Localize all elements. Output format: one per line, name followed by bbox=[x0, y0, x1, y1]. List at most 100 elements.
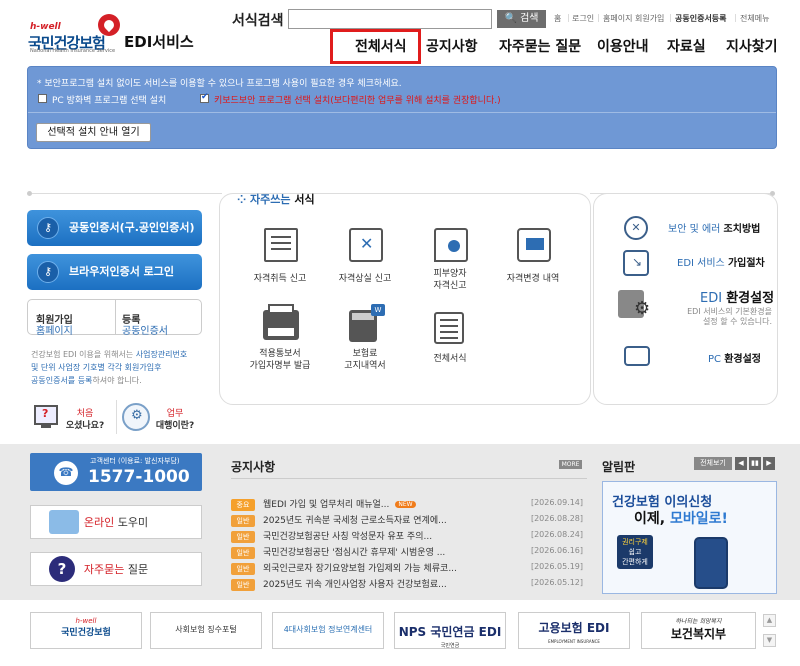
edi-join-link[interactable]: EDI 서비스 가입절차 bbox=[677, 254, 765, 269]
form-all-label[interactable]: 전체서식 bbox=[405, 353, 495, 365]
faq-button[interactable]: ? 자주묻는 질문 bbox=[30, 552, 202, 586]
key-icon: ⚷ bbox=[37, 217, 59, 239]
search-button[interactable]: 🔍 검색 bbox=[497, 10, 546, 28]
dependent-person-icon[interactable] bbox=[434, 228, 468, 262]
footer-employment-edi-logo[interactable]: 고용보험 EDI EMPLOYMENT INSURANCE bbox=[518, 612, 630, 649]
cert-register-link[interactable]: 공동인증서 등록 bbox=[122, 311, 168, 337]
phone-icon: ☎ bbox=[54, 461, 78, 485]
help-divider bbox=[116, 400, 117, 434]
search-input[interactable] bbox=[288, 9, 492, 29]
info-text-2: 사업장관리번호 bbox=[135, 350, 188, 359]
notice-row[interactable]: 일반 외국인근로자 장기요양보험 가입제외 가능 체류코... [2026.05.1… bbox=[231, 561, 587, 575]
monitor-arrow-icon[interactable]: ↘ bbox=[623, 250, 649, 276]
customer-center-label: 고객센터 (이용료: 발신자부담) bbox=[90, 457, 180, 465]
form-notice-label[interactable]: 적용통보서 가입자명부 발급 bbox=[235, 348, 325, 372]
prev-icon[interactable]: ◀ bbox=[735, 457, 747, 470]
footer-nps-edi-logo[interactable]: NPS 국민연금 EDI 국민연금 bbox=[394, 612, 506, 649]
gear-clock-icon[interactable]: ⚙ bbox=[122, 403, 150, 431]
nav-library[interactable]: 자료실 bbox=[667, 36, 706, 56]
notice-row-title: 외국인근로자 장기요양보험 가입제외 가능 체류코... bbox=[263, 564, 457, 574]
homepage-join-link[interactable]: 홈페이지 회원가입 bbox=[36, 311, 73, 337]
form-change-label[interactable]: 자격변경 내역 bbox=[488, 273, 578, 285]
footer-social-insurance-logo[interactable]: 사회보험 징수포털 bbox=[150, 612, 262, 649]
firewall-option-label: PC 방화벽 프로그램 선택 설치 bbox=[52, 96, 167, 106]
monitor-question-icon[interactable]: ? bbox=[34, 405, 58, 425]
util-cert-register[interactable]: 공동인증서등록 bbox=[675, 13, 727, 24]
chat-document-icon[interactable] bbox=[517, 228, 551, 262]
customer-center-box: ☎ 고객센터 (이용료: 발신자부담) 1577-1000 bbox=[30, 453, 202, 491]
security-error-link[interactable]: 보안 및 에러 조치방법 bbox=[668, 220, 760, 235]
keyboard-security-label: 키보드보안 프로그램 선택 설치(보다편리한 업무를 위해 설치를 권장합니다.… bbox=[214, 96, 501, 106]
sticker-a: 권리구제 bbox=[622, 538, 648, 546]
footer-nhis-logo[interactable]: h-well 국민건강보험 bbox=[30, 612, 142, 649]
form-loss-label[interactable]: 자격상실 신고 bbox=[320, 273, 410, 285]
util-all-menu[interactable]: 전체메뉴 bbox=[740, 13, 769, 24]
form-dependent-label[interactable]: 피부양자 자격신고 bbox=[405, 268, 495, 292]
edi-settings-link[interactable]: EDI 환경설정 bbox=[700, 287, 774, 306]
util-login[interactable]: 로그인 bbox=[572, 13, 594, 24]
nav-highlight-box bbox=[330, 29, 421, 64]
notice-row[interactable]: 일반 국민건강보험공단 '점심시간 휴무제' 시범운영 ... [2026.06.1… bbox=[231, 545, 587, 559]
notice-row[interactable]: 일반 국민건강보험공단 사칭 악성문자 유포 주의... [2026.08.24] bbox=[231, 529, 587, 543]
scroll-up-icon[interactable]: ▲ bbox=[763, 614, 776, 627]
question-icon: ? bbox=[49, 556, 75, 582]
person-pointing-icon bbox=[49, 510, 79, 534]
nav-notice[interactable]: 공지사항 bbox=[426, 36, 478, 56]
scroll-down-icon[interactable]: ▼ bbox=[763, 634, 776, 647]
notice-date: [2026.08.24] bbox=[530, 530, 583, 539]
nav-branch-search[interactable]: 지사찾기 bbox=[726, 36, 778, 56]
util-sep: | bbox=[597, 13, 600, 22]
notice-date: [2026.05.12] bbox=[530, 578, 583, 587]
form-acquire-label[interactable]: 자격취득 신고 bbox=[235, 273, 325, 285]
notice-tag: 일반 bbox=[231, 530, 255, 543]
frequent-forms-panel bbox=[219, 193, 591, 405]
util-join[interactable]: 홈페이지 회원가입 bbox=[603, 13, 664, 24]
notice-row[interactable]: 일반 2025년도 귀속분 국세청 근로소득자료 연계에... [2026.08.2… bbox=[231, 513, 587, 527]
nav-guide[interactable]: 이용안내 bbox=[597, 36, 649, 56]
documents-stack-icon[interactable] bbox=[434, 312, 464, 344]
notice-tag: 일반 bbox=[231, 578, 255, 591]
logo-hwell[interactable]: h-well bbox=[30, 22, 61, 32]
online-helper-a: 온라인 bbox=[83, 516, 115, 529]
key-icon: ⚷ bbox=[37, 261, 59, 283]
footer-nhis-text: 국민건강보험 bbox=[61, 628, 111, 638]
notice-row[interactable]: 중요 웹EDI 가입 및 업무처리 매뉴얼... NEW [2026.09.14] bbox=[231, 497, 587, 511]
install-guide-button[interactable]: 선택적 설치 안내 열기 bbox=[36, 123, 151, 142]
document-x-icon[interactable]: ✕ bbox=[349, 228, 383, 262]
notice-date: [2026.06.16] bbox=[530, 546, 583, 555]
nav-faq[interactable]: 자주묻는 질문 bbox=[499, 36, 581, 56]
info-text-4: 공동인증서를 등록 bbox=[31, 376, 93, 385]
notice-more-button[interactable]: MORE bbox=[559, 460, 582, 469]
keyboard-security-checkbox[interactable] bbox=[200, 92, 209, 103]
first-visit-b: 오셨나요? bbox=[65, 421, 105, 431]
online-helper-button[interactable]: 온라인 도우미 bbox=[30, 505, 202, 539]
banner-sticker: 권리구제 쉽고 간편하게 bbox=[617, 535, 653, 569]
util-home[interactable]: 홈 bbox=[554, 13, 561, 24]
mobile-phone-icon bbox=[694, 537, 728, 589]
printer-icon[interactable] bbox=[263, 304, 299, 340]
pc-settings-link[interactable]: PC 환경설정 bbox=[708, 350, 761, 365]
folder-gear-icon[interactable]: ⚙ bbox=[618, 290, 650, 319]
footer-mohw-logo[interactable]: 하나되는 희망복지 보건복지부 bbox=[641, 612, 756, 649]
view-all-button[interactable]: 전체보기 bbox=[694, 457, 732, 470]
form-premium-label[interactable]: 보험료 고지내역서 bbox=[320, 348, 410, 372]
next-icon[interactable]: ▶ bbox=[763, 457, 775, 470]
cert-register-prefix: 공동인증서 bbox=[122, 326, 168, 337]
pause-icon[interactable]: ▮▮ bbox=[749, 457, 761, 470]
cert-login-button[interactable]: ⚷ 공동인증서(구.공인인증서) bbox=[27, 210, 202, 246]
monitor-stand bbox=[41, 425, 51, 428]
divider-line bbox=[32, 193, 222, 194]
calculator-icon[interactable]: W bbox=[349, 304, 385, 342]
first-visit-link[interactable]: 처음 오셨나요? bbox=[62, 408, 108, 432]
document-pen-icon[interactable] bbox=[264, 228, 298, 262]
browser-cert-login-button[interactable]: ⚷ 브라우저인증서 로그인 bbox=[27, 254, 202, 290]
edi-service-title[interactable]: EDI서비스 bbox=[124, 31, 194, 52]
info-text-1: 건강보험 EDI 이용을 위해서는 bbox=[31, 350, 134, 359]
notice-row[interactable]: 일반 2025년도 귀속 개인사업장 사용자 건강보험료... [2026.05.1… bbox=[231, 577, 587, 591]
footer-4insurance-logo[interactable]: 4대사회보험 정보연계센터 bbox=[272, 612, 384, 649]
security-error-b: 조치방법 bbox=[723, 224, 761, 235]
pc-monitor-icon[interactable] bbox=[624, 346, 650, 366]
error-x-icon[interactable]: ✕ bbox=[624, 216, 648, 240]
firewall-checkbox[interactable] bbox=[38, 94, 47, 103]
agent-info-link[interactable]: 업무 대행이란? bbox=[150, 408, 200, 432]
